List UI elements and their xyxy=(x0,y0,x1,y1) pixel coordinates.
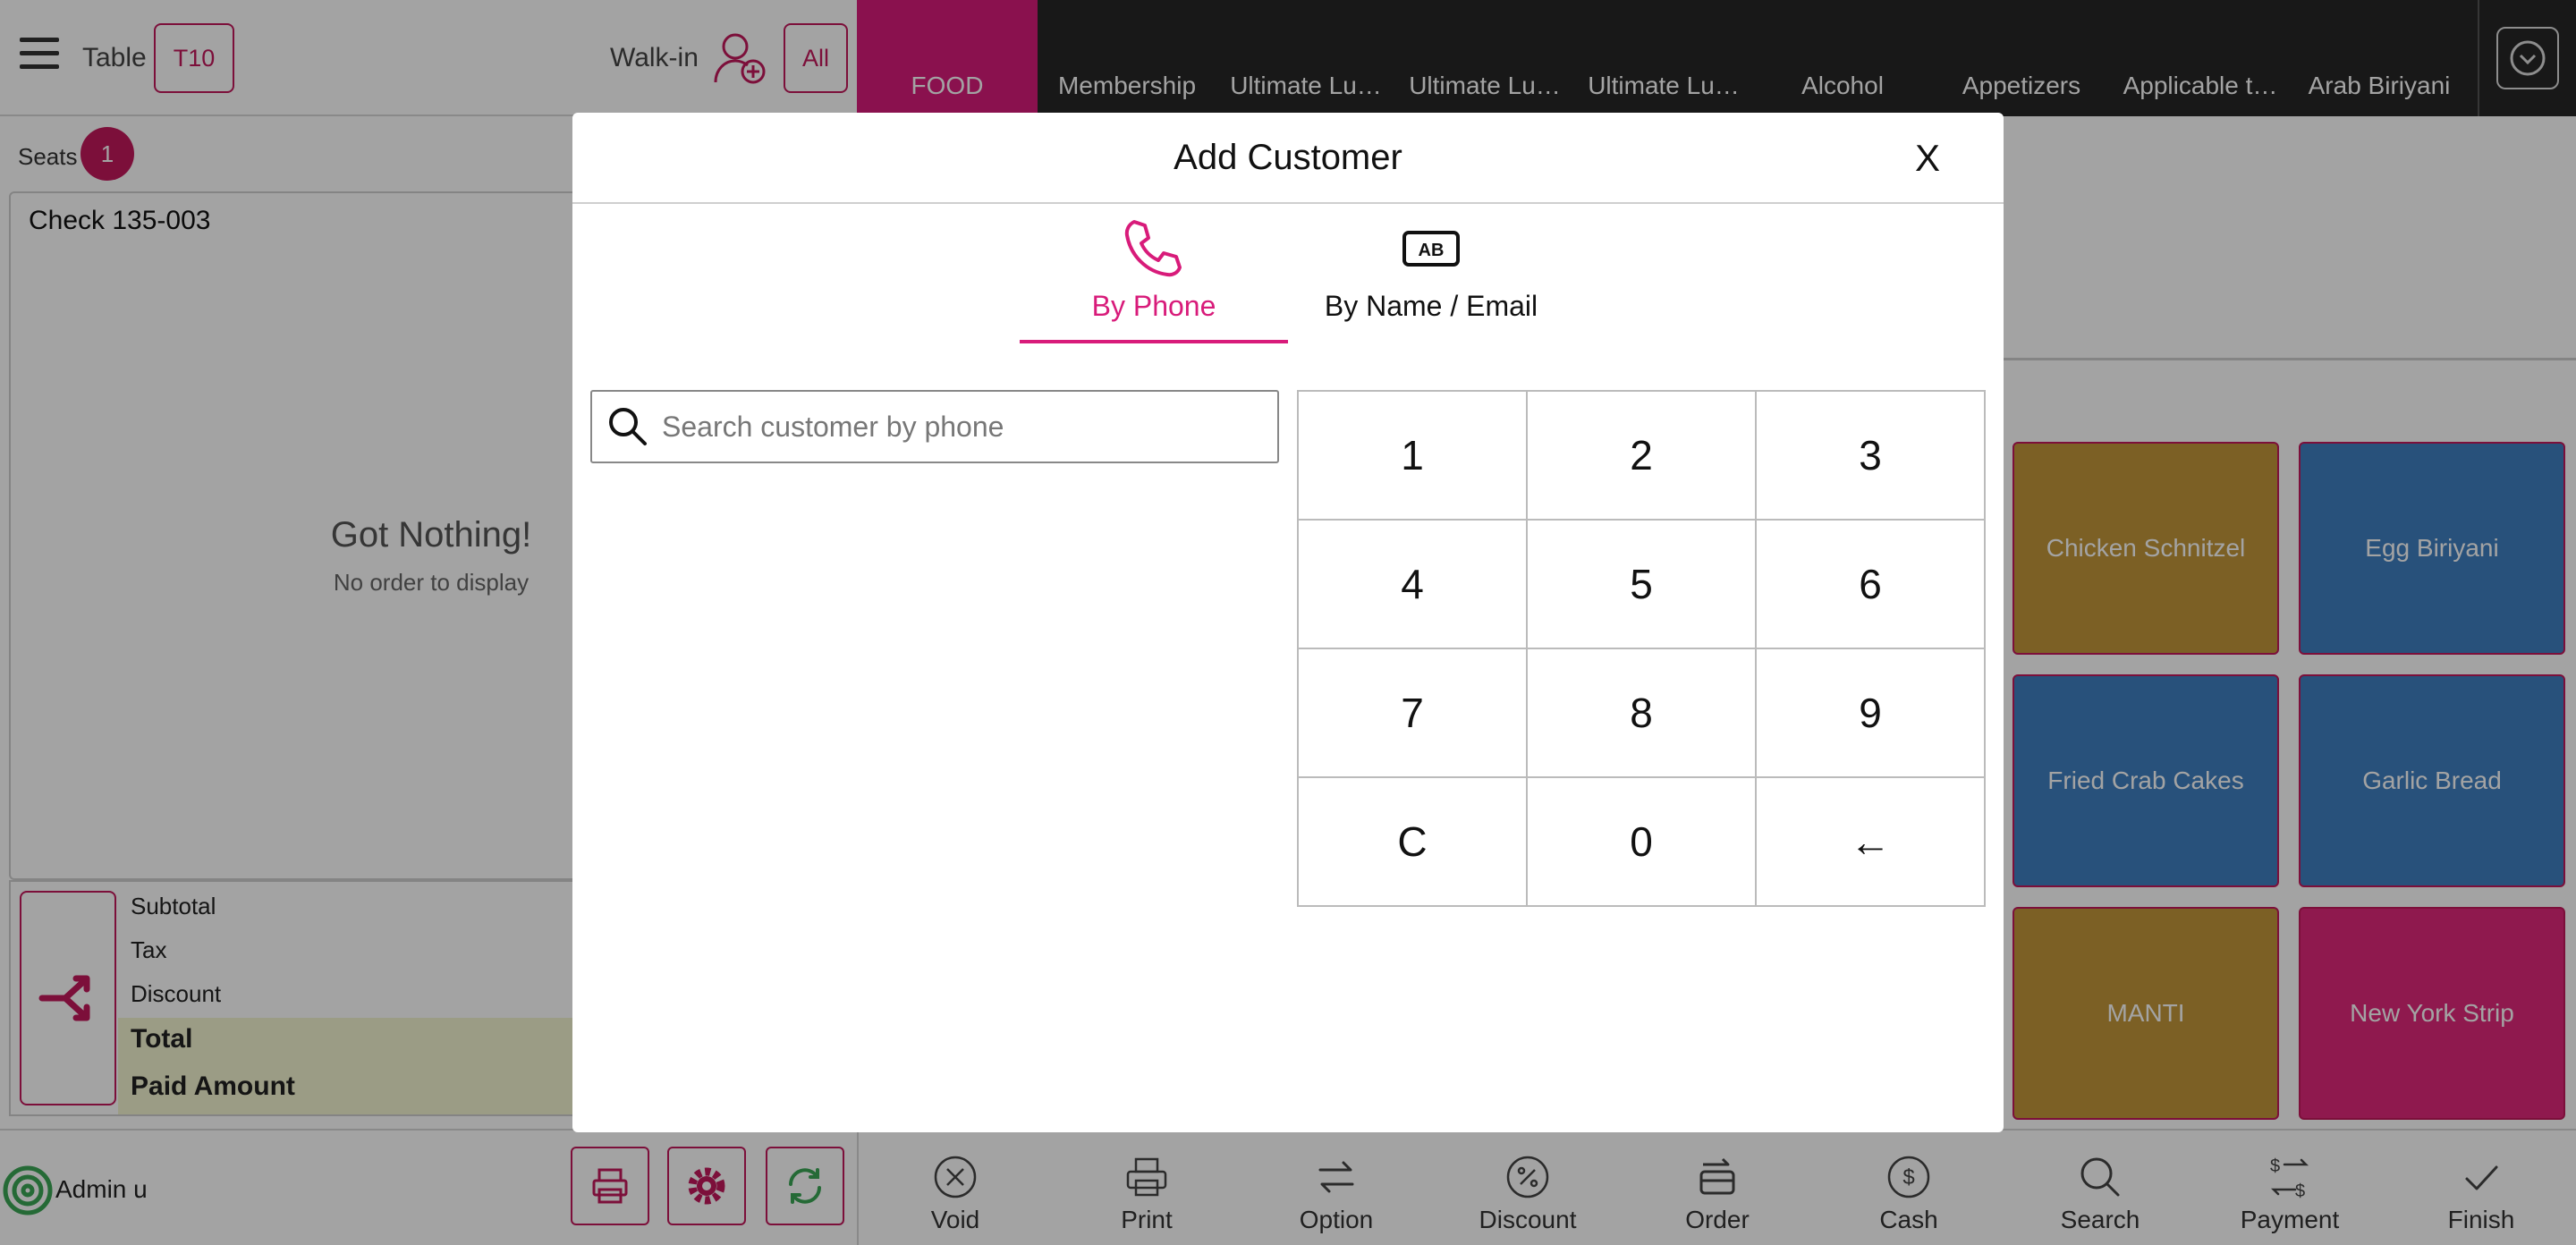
keypad-key-clear[interactable]: C xyxy=(1299,778,1528,907)
phone-search-input[interactable] xyxy=(662,410,1270,444)
search-icon xyxy=(609,408,647,445)
keypad-backspace[interactable]: ← xyxy=(1757,778,1986,907)
modal-divider xyxy=(572,202,2004,204)
keypad-key-3[interactable]: 3 xyxy=(1757,392,1986,521)
svg-text:AB: AB xyxy=(1419,241,1445,260)
numeric-keypad: 1 2 3 4 5 6 7 8 9 C 0 ← xyxy=(1297,390,1986,907)
modal-title: Add Customer xyxy=(1174,137,1402,177)
phone-icon xyxy=(1124,220,1182,277)
tab-by-name-email-label: By Name / Email xyxy=(1324,290,1538,322)
keypad-key-0[interactable]: 0 xyxy=(1528,778,1757,907)
tab-by-phone-label: By Phone xyxy=(1091,290,1216,322)
keypad-key-7[interactable]: 7 xyxy=(1299,649,1528,778)
keypad-key-6[interactable]: 6 xyxy=(1757,521,1986,649)
keypad-key-2[interactable]: 2 xyxy=(1528,392,1757,521)
name-card-icon: AB xyxy=(1402,231,1460,267)
keypad-key-5[interactable]: 5 xyxy=(1528,521,1757,649)
keypad-key-8[interactable]: 8 xyxy=(1528,649,1757,778)
close-button[interactable]: X xyxy=(1905,136,1950,181)
keypad-key-4[interactable]: 4 xyxy=(1299,521,1528,649)
keypad-key-1[interactable]: 1 xyxy=(1299,392,1528,521)
add-customer-modal: Add Customer X By Phone AB By Name / Ema… xyxy=(572,113,2004,1132)
phone-search-field[interactable] xyxy=(590,390,1279,463)
active-tab-indicator xyxy=(1020,340,1288,343)
keypad-key-9[interactable]: 9 xyxy=(1757,649,1986,778)
